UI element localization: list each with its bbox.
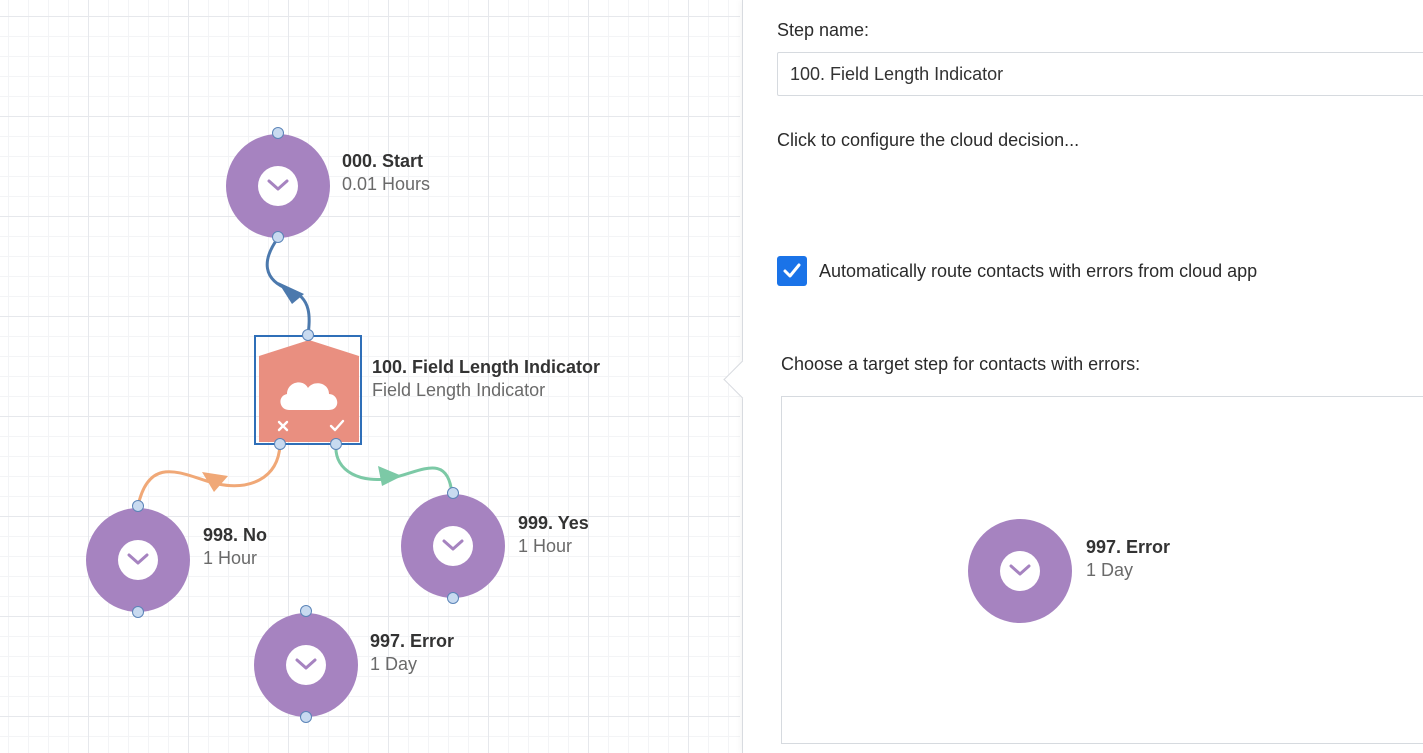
checkmark-icon bbox=[783, 263, 801, 278]
yes-node-label: 999. Yes 1 Hour bbox=[518, 512, 589, 558]
wait-node-yes[interactable] bbox=[401, 494, 505, 598]
yes-output-port[interactable] bbox=[447, 592, 459, 604]
step-name-label: Step name: bbox=[777, 20, 870, 40]
decision-input-port[interactable] bbox=[302, 329, 314, 341]
target-node-label: 997. Error 1 Day bbox=[1086, 536, 1170, 582]
node-subtitle: Field Length Indicator bbox=[372, 380, 546, 400]
configure-cloud-decision-link[interactable]: Click to configure the cloud decision... bbox=[777, 130, 1079, 151]
chevron-down-icon bbox=[118, 540, 158, 580]
start-input-port[interactable] bbox=[272, 127, 284, 139]
start-node-label: 000. Start 0.01 Hours bbox=[342, 150, 430, 196]
node-subtitle: 0.01 Hours bbox=[342, 174, 431, 194]
node-title: 999. Yes bbox=[518, 513, 589, 533]
node-subtitle: 1 Hour bbox=[518, 536, 573, 556]
wait-node-start[interactable] bbox=[226, 134, 330, 238]
wait-node-error[interactable] bbox=[254, 613, 358, 717]
step-name-input[interactable] bbox=[777, 52, 1423, 96]
target-wait-node[interactable] bbox=[968, 519, 1072, 623]
node-title: 998. No bbox=[203, 525, 268, 545]
decision-no-port[interactable] bbox=[274, 438, 286, 450]
decision-node-label: 100. Field Length Indicator Field Length… bbox=[372, 356, 600, 402]
no-node-label: 998. No 1 Hour bbox=[203, 524, 267, 570]
node-title: 100. Field Length Indicator bbox=[372, 357, 601, 377]
node-subtitle: 1 Day bbox=[370, 654, 418, 674]
link-decision-to-yes bbox=[334, 444, 454, 495]
node-title: 997. Error bbox=[370, 631, 455, 651]
chevron-down-icon bbox=[286, 645, 326, 685]
target-step-label: Choose a target step for contacts with e… bbox=[781, 354, 1141, 374]
chevron-down-icon bbox=[1000, 551, 1040, 591]
auto-route-checkbox[interactable] bbox=[777, 256, 807, 286]
no-input-port[interactable] bbox=[132, 500, 144, 512]
target-step-dropzone[interactable]: 997. Error 1 Day bbox=[781, 396, 1423, 744]
node-subtitle: 1 Day bbox=[1086, 560, 1134, 580]
auto-route-label[interactable]: Automatically route contacts with errors… bbox=[819, 261, 1257, 282]
link-yes-arrow bbox=[378, 466, 402, 486]
node-subtitle: 1 Hour bbox=[203, 548, 258, 568]
yes-input-port[interactable] bbox=[447, 487, 459, 499]
error-output-port[interactable] bbox=[300, 711, 312, 723]
error-node-label: 997. Error 1 Day bbox=[370, 630, 454, 676]
node-title: 997. Error bbox=[1086, 537, 1171, 557]
link-start-arrow bbox=[278, 282, 304, 304]
chevron-down-icon bbox=[258, 166, 298, 206]
decision-yes-port[interactable] bbox=[330, 438, 342, 450]
step-properties-panel: Step name: Click to configure the cloud … bbox=[723, 0, 1423, 753]
wait-node-no[interactable] bbox=[86, 508, 190, 612]
chevron-down-icon bbox=[433, 526, 473, 566]
error-input-port[interactable] bbox=[300, 605, 312, 617]
start-output-port[interactable] bbox=[272, 231, 284, 243]
no-output-port[interactable] bbox=[132, 606, 144, 618]
decision-shape bbox=[259, 340, 359, 442]
node-title: 000. Start bbox=[342, 151, 424, 171]
cloud-decision-node[interactable] bbox=[254, 335, 362, 445]
campaign-canvas[interactable]: 000. Start 0.01 Hours 100. Field Length … bbox=[0, 0, 740, 753]
